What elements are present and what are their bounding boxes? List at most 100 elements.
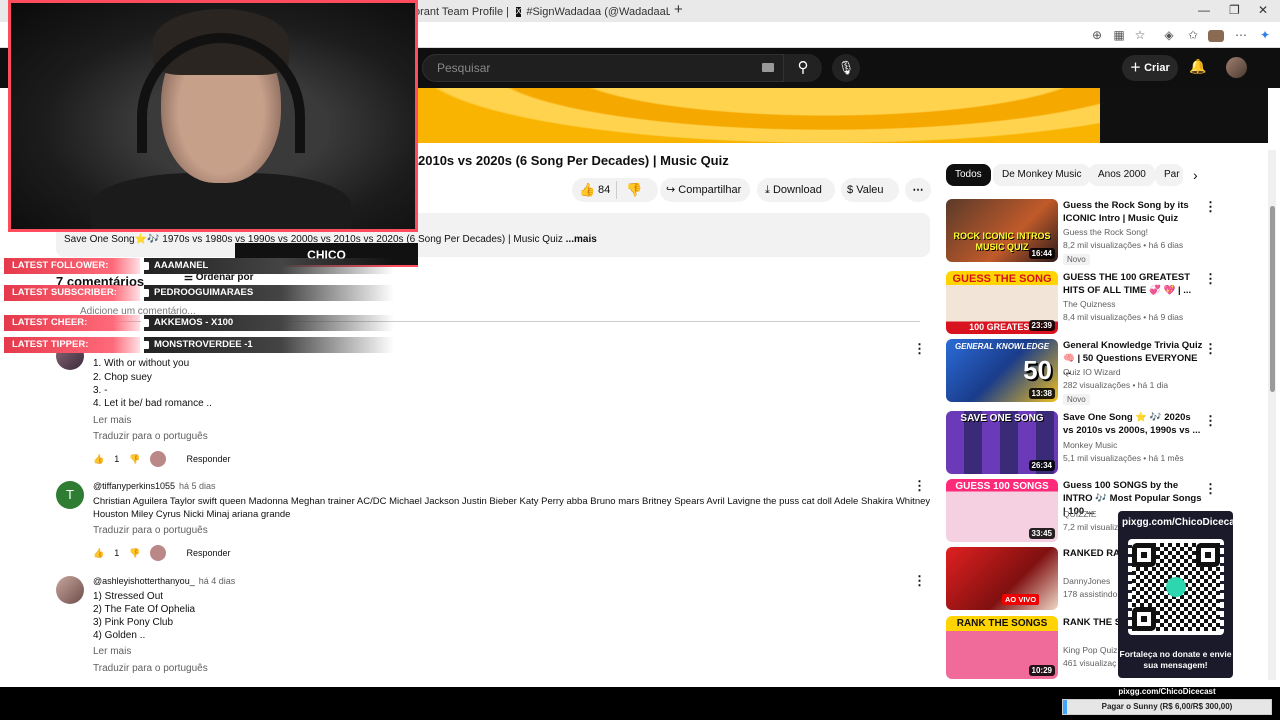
channel-name[interactable]: QUIZZIE — [1063, 509, 1097, 519]
more-actions-button[interactable]: ⋯ — [905, 178, 931, 202]
comment-menu-icon[interactable]: ⋮ — [913, 341, 926, 357]
chip-anos-2000[interactable]: Anos 2000 — [1089, 164, 1155, 186]
video-meta: 461 visualizaç — [1063, 658, 1117, 668]
video-duration: 13:38 — [1028, 388, 1055, 399]
video-thumbnail[interactable]: GUESS 100 SONGS 33:45 — [946, 479, 1058, 542]
recommended-video[interactable]: SAVE ONE SONG 26:34 Save One Song ⭐ 🎶 20… — [946, 411, 1266, 475]
channel-name[interactable]: Quiz IO Wizard — [1063, 367, 1121, 377]
browser-tab-2[interactable]: X #SignWadadaa (@WadadaaLoun ✕ — [510, 2, 670, 22]
translate-icon[interactable]: ⊕ — [1090, 28, 1104, 42]
search-icon: ⚲ — [797, 59, 809, 76]
video-title[interactable]: Save One Song ⭐ 🎶 2020s vs 2010s vs 2000… — [1063, 411, 1203, 437]
recommended-video[interactable]: GUESS THE SONG 100 GREATEST 23:39 GUESS … — [946, 271, 1266, 335]
comment-author[interactable]: @tiffanyperkins1055 há 5 dias — [93, 481, 216, 491]
alert-label: LATEST FOLLOWER: — [4, 258, 140, 274]
goal-progress-fill — [1063, 700, 1067, 714]
download-label: Download — [772, 184, 822, 196]
video-duration: 16:44 — [1028, 248, 1055, 259]
read-more-link[interactable]: Ler mais — [93, 415, 131, 426]
comment-username[interactable]: @ashleyishotterthanyou_ — [93, 576, 195, 586]
search-input[interactable]: Pesquisar — [422, 54, 784, 82]
close-window-button[interactable]: ✕ — [1258, 3, 1268, 17]
chip-monkey-music[interactable]: De Monkey Music — [993, 164, 1091, 186]
video-menu-icon[interactable]: ⋮ — [1204, 481, 1217, 497]
like-icon[interactable]: 👍 — [93, 454, 104, 465]
notifications-bell-icon[interactable]: 🔔 — [1189, 58, 1206, 75]
minimize-button[interactable]: — — [1198, 3, 1210, 17]
video-player-area[interactable] — [418, 88, 1100, 143]
profile-icon[interactable] — [1208, 30, 1224, 42]
app-icon[interactable]: ▦ — [1112, 28, 1126, 42]
channel-name[interactable]: DannyJones — [1063, 576, 1110, 586]
channel-name[interactable]: Monkey Music — [1063, 440, 1117, 450]
description-more-link[interactable]: ...mais — [566, 234, 597, 245]
comment-avatar[interactable] — [56, 576, 84, 604]
channel-name[interactable]: Guess the Rock Song! — [1063, 227, 1148, 237]
search-button[interactable]: ⚲ — [784, 54, 822, 82]
video-menu-icon[interactable]: ⋮ — [1204, 341, 1217, 357]
comment-username[interactable]: @tiffanyperkins1055 — [93, 481, 175, 491]
chip-partial[interactable]: Par — [1155, 164, 1183, 186]
channel-name[interactable]: King Pop Quiz — [1063, 645, 1117, 655]
channel-name[interactable]: The Quizness — [1063, 299, 1115, 309]
like-count[interactable]: 84 — [598, 178, 610, 202]
video-thumbnail[interactable]: GUESS THE SONG 100 GREATEST 23:39 — [946, 271, 1058, 334]
more-icon[interactable]: ⋯ — [1234, 28, 1248, 42]
recommended-video[interactable]: ROCK ICONIC INTROS MUSIC QUIZ 16:44 Gues… — [946, 199, 1266, 265]
video-duration: 33:45 — [1028, 528, 1055, 539]
video-thumbnail[interactable]: SAVE ONE SONG 26:34 — [946, 411, 1058, 474]
scrollbar-thumb[interactable] — [1270, 206, 1275, 392]
read-more-link[interactable]: Ler mais — [93, 646, 131, 657]
create-button[interactable]: ＋ Criar — [1122, 55, 1178, 81]
voice-search-button[interactable]: 🎙 — [832, 54, 860, 82]
browser-tab-1[interactable]: orant Team Profile | ✕ — [408, 2, 508, 22]
comment-author[interactable]: @ashleyishotterthanyou_ há 4 dias — [93, 576, 235, 586]
favorites-icon[interactable]: ✩ — [1186, 28, 1200, 42]
comment-menu-icon[interactable]: ⋮ — [913, 478, 926, 494]
account-avatar[interactable] — [1226, 57, 1247, 78]
video-menu-icon[interactable]: ⋮ — [1204, 413, 1217, 429]
new-tab-button[interactable]: + — [674, 1, 683, 18]
download-button[interactable]: ⤓ Download — [757, 178, 835, 202]
video-thumbnail[interactable]: AO VIVO — [946, 547, 1058, 610]
comment-time[interactable]: há 5 dias — [179, 481, 216, 491]
thanks-button[interactable]: $ Valeu — [841, 178, 899, 202]
extension-icon[interactable]: ◈ — [1162, 28, 1176, 42]
translate-link[interactable]: Traduzir para o português — [93, 431, 208, 442]
recommended-video[interactable]: GENERAL KNOWLEDGE 50 13:38 General Knowl… — [946, 339, 1266, 405]
comment-menu-icon[interactable]: ⋮ — [913, 573, 926, 589]
dislike-icon[interactable]: 👎 — [626, 178, 642, 202]
star-icon[interactable]: ☆ — [1133, 28, 1147, 42]
chip-todos[interactable]: Todos — [946, 164, 991, 186]
thumbnail-text: RANK THE SONGS — [956, 618, 1048, 629]
comment-line: 3) Pink Pony Club — [93, 617, 174, 628]
translate-link[interactable]: Traduzir para o português — [93, 525, 208, 536]
video-title[interactable]: Guess the Rock Song by its ICONIC Intro … — [1063, 199, 1203, 225]
video-menu-icon[interactable]: ⋮ — [1204, 199, 1217, 215]
thumbnail-text: GUESS 100 SONGS — [955, 481, 1049, 492]
like-icon[interactable]: 👍 — [93, 548, 104, 559]
video-title[interactable]: GUESS THE 100 GREATEST HITS OF ALL TIME … — [1063, 271, 1203, 297]
share-button[interactable]: ↪ Compartilhar — [660, 178, 750, 202]
video-thumbnail[interactable]: RANK THE SONGS 10:29 — [946, 616, 1058, 679]
copilot-icon[interactable]: ✦ — [1258, 28, 1272, 42]
like-icon[interactable]: 👍 — [579, 178, 595, 202]
video-thumbnail[interactable]: GENERAL KNOWLEDGE 50 13:38 — [946, 339, 1058, 402]
reply-button[interactable]: Responder — [186, 454, 230, 464]
qr-finder — [1132, 543, 1156, 567]
comment-avatar[interactable]: T — [56, 481, 84, 509]
comment-like-count: 1 — [114, 454, 120, 464]
dislike-icon[interactable]: 👎 — [129, 454, 140, 465]
chevron-right-icon[interactable]: › — [1193, 167, 1198, 183]
keyboard-icon[interactable] — [762, 63, 774, 72]
comment-line: 3. - — [93, 385, 108, 396]
maximize-button[interactable]: ❐ — [1229, 3, 1240, 17]
translate-link[interactable]: Traduzir para o português — [93, 663, 208, 674]
thumbnail-text: GENERAL KNOWLEDGE — [954, 342, 1050, 351]
video-menu-icon[interactable]: ⋮ — [1204, 271, 1217, 287]
video-meta: 5,1 mil visualizações • há 1 mês — [1063, 453, 1184, 463]
reply-button[interactable]: Responder — [186, 548, 230, 558]
dislike-icon[interactable]: 👎 — [129, 548, 140, 559]
video-thumbnail[interactable]: ROCK ICONIC INTROS MUSIC QUIZ 16:44 — [946, 199, 1058, 262]
comment-time[interactable]: há 4 dias — [199, 576, 236, 586]
